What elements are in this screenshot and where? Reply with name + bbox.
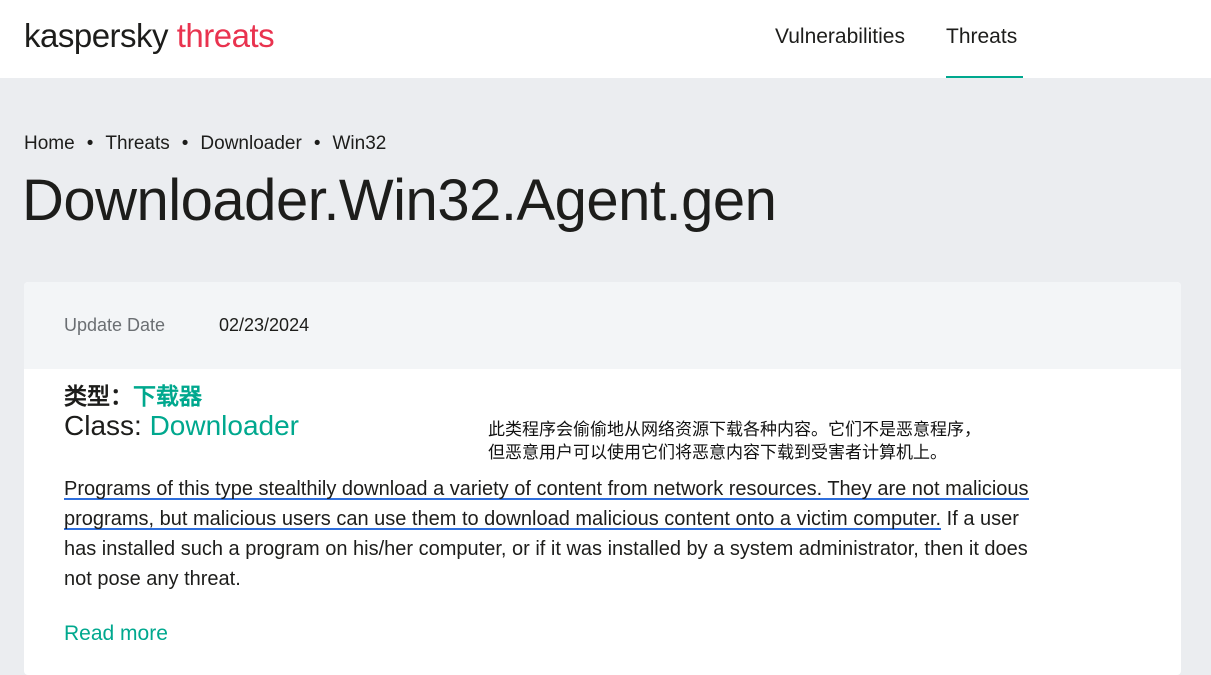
- class-value-link[interactable]: Downloader: [150, 410, 299, 441]
- breadcrumb-threats[interactable]: Threats: [105, 133, 169, 154]
- threat-description: Programs of this type stealthily downloa…: [64, 474, 1034, 594]
- chinese-note-line-1: 此类程序会偷偷地从网络资源下载各种内容。它们不是恶意程序，: [488, 420, 981, 440]
- breadcrumb-home[interactable]: Home: [24, 133, 75, 154]
- active-nav-indicator: [946, 76, 1023, 78]
- nav-vulnerabilities[interactable]: Vulnerabilities: [775, 24, 905, 50]
- chinese-type-line: 类型：下载器: [64, 377, 202, 411]
- breadcrumb-downloader[interactable]: Downloader: [200, 133, 301, 154]
- class-line: Class: Downloader: [64, 409, 299, 443]
- breadcrumb-separator: •: [181, 133, 189, 154]
- breadcrumb: Home • Threats • Downloader • Win32: [24, 132, 386, 156]
- kaspersky-threats-logo[interactable]: kaspersky threats: [24, 16, 275, 56]
- nav-threats[interactable]: Threats: [946, 24, 1017, 50]
- chinese-translation-note: 此类程序会偷偷地从网络资源下载各种内容。它们不是恶意程序， 但恶意用户可以使用它…: [488, 419, 1088, 465]
- threat-detail-card: Update Date 02/23/2024 类型：下载器 Class: Dow…: [24, 282, 1181, 675]
- page-title: Downloader.Win32.Agent.gen: [22, 168, 777, 233]
- top-navigation-bar: kaspersky threats Vulnerabilities Threat…: [0, 0, 1211, 78]
- logo-brand-text: kaspersky: [24, 17, 169, 54]
- card-header: Update Date 02/23/2024: [24, 282, 1181, 369]
- logo-section-text: threats: [176, 17, 275, 54]
- breadcrumb-win32: Win32: [332, 133, 387, 154]
- update-date-label: Update Date: [64, 315, 166, 335]
- breadcrumb-separator: •: [313, 133, 321, 154]
- chinese-type-value: 下载器: [133, 384, 202, 410]
- description-highlighted-text: Programs of this type stealthily downloa…: [64, 478, 1029, 530]
- read-more-link[interactable]: Read more: [64, 622, 168, 646]
- update-date-value: 02/23/2024: [219, 315, 310, 335]
- chinese-type-label: 类型：: [64, 384, 133, 410]
- class-label: Class:: [64, 410, 150, 441]
- breadcrumb-separator: •: [86, 133, 94, 154]
- chinese-note-line-2: 但恶意用户可以使用它们将恶意内容下载到受害者计算机上。: [488, 443, 947, 463]
